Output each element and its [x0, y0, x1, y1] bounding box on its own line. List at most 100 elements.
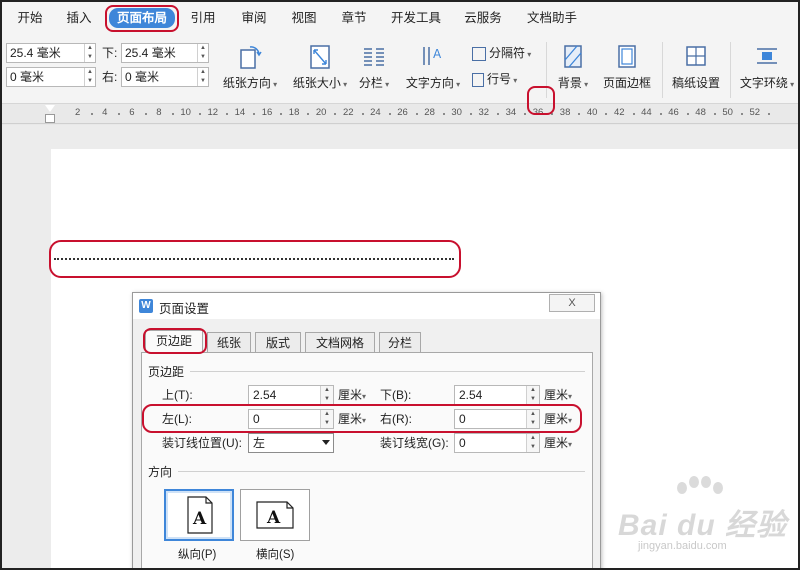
- gutter-width-input[interactable]: 0 ▲ ▼: [454, 433, 540, 453]
- ruler-tick-mark: [497, 113, 500, 115]
- top-margin-label: 上(T):: [162, 388, 193, 402]
- top-margin-spinner[interactable]: ▲ ▼: [84, 44, 95, 62]
- tab-paper[interactable]: 纸张: [207, 332, 251, 353]
- tab-insert[interactable]: 插入: [59, 8, 99, 28]
- paper-size-button[interactable]: 纸张大小 ▾: [288, 42, 352, 91]
- tab-doc-assistant[interactable]: 文档助手: [520, 8, 584, 28]
- columns-button[interactable]: 分栏 ▾: [355, 42, 393, 91]
- section-divider: [190, 371, 585, 372]
- ruler-tick-label: 50: [722, 107, 733, 118]
- left-margin-spinner[interactable]: ▲ ▼: [320, 410, 333, 428]
- text-direction-button[interactable]: A 文字方向 ▾: [402, 42, 464, 91]
- top-margin-input[interactable]: 2.54 ▲ ▼: [248, 385, 334, 405]
- close-button[interactable]: X: [549, 294, 595, 312]
- bottom-margin-unit[interactable]: 厘米▾: [544, 385, 572, 407]
- ruler-tick-mark: [198, 113, 201, 115]
- page-border-button[interactable]: 页面边框: [598, 42, 656, 91]
- orientation-button[interactable]: 纸张方向 ▾: [218, 42, 282, 91]
- baidu-watermark: Bai du 经验 jingyan.baidu.com: [614, 476, 794, 558]
- bottom-margin-input[interactable]: 2.54 ▲ ▼: [454, 385, 540, 405]
- left-margin-value: 0 毫米: [10, 70, 45, 84]
- tab-page-layout[interactable]: 页面布局: [109, 8, 175, 28]
- ruler-tick-label: 8: [156, 107, 162, 118]
- line-numbers-button[interactable]: 行号 ▾: [472, 70, 532, 87]
- right-margin-input[interactable]: 0 ▲ ▼: [454, 409, 540, 429]
- landscape-glyph: A: [266, 508, 281, 528]
- margins-section-label: 页边距: [148, 365, 185, 379]
- tab-columns[interactable]: 分栏: [379, 332, 421, 353]
- portrait-glyph: A: [192, 509, 207, 529]
- portrait-label[interactable]: 纵向(P): [178, 546, 216, 562]
- tab-margins[interactable]: 页边距: [145, 330, 203, 353]
- landscape-option[interactable]: A: [240, 489, 310, 541]
- breaks-icon: [472, 46, 486, 61]
- ruler-tick-mark: [90, 113, 93, 115]
- ruler-tick-mark: [578, 113, 581, 115]
- ruler-tick-label: 46: [668, 107, 679, 118]
- tab-home[interactable]: 开始: [10, 8, 50, 28]
- tab-cloud[interactable]: 云服务: [457, 8, 509, 28]
- columns-icon: [364, 48, 384, 66]
- landscape-label[interactable]: 横向(S): [256, 546, 294, 562]
- gutter-position-select[interactable]: 左: [248, 433, 334, 453]
- portrait-option[interactable]: A: [164, 489, 234, 541]
- ruler-tick-mark: [632, 113, 635, 115]
- top-margin-spinner[interactable]: ▲ ▼: [320, 386, 333, 404]
- ruler-tick-label: 20: [315, 107, 327, 118]
- ruler-tick-label: 30: [451, 107, 462, 118]
- tab-review[interactable]: 审阅: [234, 8, 274, 28]
- ribbon-separator: [662, 42, 663, 98]
- tab-layout[interactable]: 版式: [255, 332, 301, 353]
- margins-panel: 页边距 上(T): 2.54 ▲ ▼ 厘米▾ 下(B): 2.54 ▲ ▼ 厘米▾ …: [141, 352, 593, 568]
- tab-references[interactable]: 引用: [183, 8, 223, 28]
- breaks-button[interactable]: 分隔符 ▾: [472, 44, 540, 61]
- left-margin-input[interactable]: 0 ▲ ▼: [248, 409, 334, 429]
- ruler-tick-label: 16: [261, 107, 273, 118]
- ruler-tick-label: 48: [695, 107, 706, 118]
- menu-bar: 开始 插入 页面布局 引用 审阅 视图 章节 开发工具 云服务 文档助手: [2, 2, 798, 34]
- dialog-title-bar[interactable]: W 页面设置 X: [133, 293, 600, 319]
- top-margin-field[interactable]: 25.4 毫米 ▲ ▼: [6, 43, 96, 63]
- tab-developer[interactable]: 开发工具: [385, 8, 447, 28]
- dialog-title: 页面设置: [159, 302, 210, 316]
- manuscript-settings-button[interactable]: 稿纸设置: [668, 42, 724, 91]
- ruler-tick-label: 32: [478, 107, 490, 118]
- tab-chapter[interactable]: 章节: [334, 8, 374, 28]
- chevron-down-icon: [322, 440, 330, 445]
- gutter-width-value: 0: [459, 436, 466, 450]
- ruler-tick-mark: [334, 113, 337, 115]
- right-margin-label: 右(R):: [380, 412, 412, 426]
- ruler-tick-label: 14: [234, 107, 246, 118]
- ruler-tick-label: 28: [424, 107, 435, 118]
- right-margin-unit[interactable]: 厘米▾: [544, 409, 572, 431]
- background-button[interactable]: 背景 ▾: [554, 42, 592, 91]
- bottom-margin-field[interactable]: 25.4 毫米 ▲ ▼: [121, 43, 209, 63]
- bottom-margin-value: 2.54: [459, 388, 483, 402]
- ruler-tick-label: 40: [586, 107, 598, 118]
- right-margin-spinner[interactable]: ▲ ▼: [526, 410, 539, 428]
- bottom-margin-spinner[interactable]: ▲ ▼: [526, 386, 539, 404]
- left-margin-spinner[interactable]: ▲ ▼: [84, 68, 95, 86]
- gutter-width-label: 装订线宽(G):: [380, 436, 449, 450]
- left-margin-unit[interactable]: 厘米▾: [338, 409, 366, 431]
- tab-view[interactable]: 视图: [284, 8, 324, 28]
- indent-marker-icon[interactable]: [45, 104, 55, 124]
- ribbon-separator: [730, 42, 731, 98]
- left-margin-field[interactable]: 0 毫米 ▲ ▼: [6, 67, 96, 87]
- page-setup-dialog: W 页面设置 X 页边距 纸张 版式 文档网格 分栏 页边距 上(T): 2.5…: [132, 292, 601, 568]
- bottom-margin-spinner[interactable]: ▲ ▼: [197, 44, 208, 62]
- top-margin-unit[interactable]: 厘米▾: [338, 385, 366, 407]
- top-margin-value: 2.54: [253, 388, 277, 402]
- ruler-tick-mark: [442, 113, 445, 115]
- gutter-width-unit[interactable]: 厘米▾: [544, 433, 572, 455]
- tab-doc-grid[interactable]: 文档网格: [305, 332, 375, 353]
- text-wrap-icon: [757, 48, 777, 64]
- text-wrap-button[interactable]: 文字环绕 ▾: [736, 42, 798, 91]
- bottom-margin-value: 25.4 毫米: [125, 46, 176, 60]
- right-margin-spinner[interactable]: ▲ ▼: [197, 68, 208, 86]
- gutter-width-spinner[interactable]: ▲ ▼: [526, 434, 539, 452]
- wps-logo-icon: W: [139, 299, 153, 313]
- horizontal-ruler[interactable]: 2 4 6 8 10 12 14 16 18 20 22 24 26 28 30 32 34 36 38 40 42 44…: [2, 104, 798, 124]
- ruler-tick-label: 18: [288, 107, 300, 118]
- right-margin-field[interactable]: 0 毫米 ▲ ▼: [121, 67, 209, 87]
